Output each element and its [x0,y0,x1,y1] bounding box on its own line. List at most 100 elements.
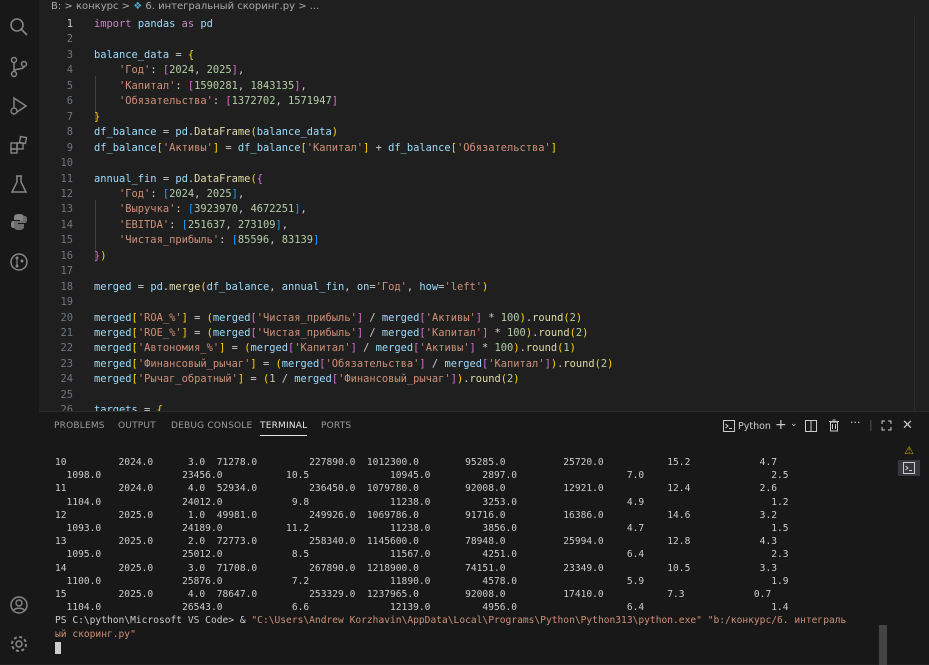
tab-problems[interactable]: PROBLEMS [54,421,105,431]
tab-ports[interactable]: PORTS [321,421,351,431]
terminal-name[interactable]: Python [738,421,771,432]
close-icon[interactable]: ✕ [902,418,913,433]
code-editor[interactable]: 1 import pandas as pd 2 3 balance_data = {4 … [39,16,929,411]
code-line[interactable]: 24 merged['Рычаг_обратный'] = (1 / merged… [39,372,899,387]
code-line[interactable]: 21 merged['ROE_%'] = (merged['Чистая_приб… [39,326,899,341]
code-line[interactable]: 15 'Чистая_прибыль': [85596, 83139] [39,233,899,248]
terminal-instance-icon[interactable] [898,460,920,476]
code-text[interactable]: }) [94,249,107,264]
code-line[interactable]: 23 merged['Финансовый_рычаг'] = (merged['… [39,357,899,372]
tab-debug-console[interactable]: DEBUG CONSOLE [171,421,252,431]
breadcrumb-folder[interactable]: B: > конкурс [51,1,118,12]
code-line[interactable]: 13 'Выручка': [3923970, 4672251], [39,202,899,217]
code-text[interactable]: merged['Финансовый_рычаг'] = (merged['Об… [94,357,613,372]
line-number: 20 [60,311,73,324]
code-line[interactable]: 17 [39,264,899,279]
line-number: 13 [60,203,73,216]
code-text[interactable]: balance_data = { [94,48,194,63]
code-text[interactable]: 'Год': [2024, 2025], [94,63,244,78]
line-number: 10 [60,157,73,170]
breadcrumb-file[interactable]: 6. интегральный скоринг.py [145,1,295,12]
code-text[interactable]: 'Выручка': [3923970, 4672251], [94,202,307,217]
terminal-output[interactable]: 10 2024.0 3.0 71278.0 227890.0 1012300.0… [55,456,877,664]
source-control-icon[interactable] [7,56,31,80]
line-number: 19 [60,296,73,309]
line-number: 8 [66,126,73,139]
code-line[interactable]: 8 df_balance = pd.DataFrame(balance_data) [39,125,899,140]
extensions-icon[interactable] [7,135,31,159]
tab-terminal[interactable]: TERMINAL [260,421,308,436]
code-line[interactable]: 9 df_balance['Активы'] = df_balance['Капи… [39,141,899,156]
terminal-line: 1104.0 26543.0 6.6 12139.0 4956.0 6.4 1.… [55,602,789,614]
terminal-cursor [55,641,61,654]
code-line[interactable]: 26 targets = { [39,403,899,411]
more-actions-icon[interactable]: ··· [850,416,861,429]
code-text[interactable]: df_balance['Активы'] = df_balance['Капит… [94,141,557,156]
code-line[interactable]: 12 'Год': [2024, 2025], [39,187,899,202]
line-number: 12 [60,187,73,200]
code-text[interactable]: 'Капитал': [1590281, 1843135], [94,79,307,94]
split-terminal-icon[interactable] [805,420,817,435]
code-text[interactable]: 'Обязательства': [1372702, 1571947] [94,94,338,109]
code-line[interactable]: 6 'Обязательства': [1372702, 1571947] [39,94,899,109]
run-debug-icon[interactable] [7,96,31,120]
code-text[interactable]: merged['ROE_%'] = (merged['Чистая_прибыл… [94,326,588,341]
terminal-scrollbar-thumb[interactable] [879,625,887,665]
line-number: 11 [60,172,73,185]
code-text[interactable]: merged = pd.merge(df_balance, annual_fin… [94,280,488,295]
code-line[interactable]: 25 [39,388,899,403]
terminal-line: 11 2024.0 4.0 52934.0 236450.0 1079780.0… [55,483,777,495]
git-history-icon[interactable] [7,252,31,276]
chevron-down-icon[interactable]: ⌄ [790,419,798,429]
code-line[interactable]: 22 merged['Автономия_%'] = (merged['Капит… [39,341,899,356]
tab-output[interactable]: OUTPUT [118,421,156,431]
code-line[interactable]: 20 merged['ROA_%'] = (merged['Чистая_приб… [39,311,899,326]
panel-tabs: PROBLEMS OUTPUT DEBUG CONSOLE TERMINAL P… [39,412,929,442]
code-line[interactable]: 14 'EBITDA': [251637, 273109], [39,218,899,233]
python-icon[interactable] [7,212,31,236]
terminal-line: 1098.0 23456.0 10.5 10945.0 2897.0 7.0 2… [55,470,789,482]
code-line[interactable]: 10 [39,156,899,171]
code-line[interactable]: 16}) [39,249,899,264]
code-line[interactable]: 3 balance_data = { [39,48,899,63]
code-line[interactable]: 1 import pandas as pd [39,17,899,32]
code-line[interactable]: 7} [39,110,899,125]
code-text[interactable]: merged['Автономия_%'] = (merged['Капитал… [94,341,576,356]
code-line[interactable]: 5 'Капитал': [1590281, 1843135], [39,79,899,94]
line-number: 17 [60,265,73,278]
code-text[interactable]: 'Чистая_прибыль': [85596, 83139] [94,233,319,248]
code-text[interactable]: 'EBITDA': [251637, 273109], [94,218,288,233]
code-text[interactable]: merged['Рычаг_обратный'] = (1 / merged['… [94,372,520,387]
terminal-command: "C:\Users\Andrew Korzhavin\AppData\Local… [251,615,847,627]
code-line[interactable]: 4 'Год': [2024, 2025], [39,63,899,78]
terminal-type-icon[interactable] [723,420,735,435]
line-number: 4 [66,64,73,77]
code-line[interactable]: 11 annual_fin = pd.DataFrame({ [39,172,899,187]
code-text[interactable]: df_balance = pd.DataFrame(balance_data) [94,125,338,140]
code-text[interactable]: targets = { [94,403,163,411]
code-text[interactable]: merged['ROA_%'] = (merged['Чистая_прибыл… [94,311,582,326]
new-terminal-plus-icon[interactable]: + [775,417,787,433]
activity-bar [0,0,40,664]
testing-icon[interactable] [7,174,31,198]
line-number: 18 [60,280,73,293]
code-line[interactable]: 18 merged = pd.merge(df_balance, annual_f… [39,280,899,295]
line-number: 25 [60,388,73,401]
code-line[interactable]: 2 [39,32,899,47]
code-text[interactable]: } [94,110,100,125]
terminal-line: 1100.0 25876.0 7.2 11890.0 4578.0 5.9 1.… [55,575,789,587]
breadcrumb-tail[interactable]: > ... [298,1,319,12]
maximize-panel-icon[interactable] [881,420,892,434]
code-text[interactable]: import pandas as pd [94,17,213,32]
settings-gear-icon[interactable] [7,634,31,658]
search-icon[interactable] [7,17,31,41]
warning-icon[interactable]: ⚠ [898,443,920,459]
trash-icon[interactable] [828,419,840,435]
terminal-command-wrap: ый скоринг.py" [55,628,136,640]
code-text[interactable]: annual_fin = pd.DataFrame({ [94,172,263,187]
separator: | [869,418,873,431]
code-text[interactable]: 'Год': [2024, 2025], [94,187,244,202]
editor-scrollbar[interactable] [914,16,929,411]
code-line[interactable]: 19 [39,295,899,310]
account-icon[interactable] [7,595,31,619]
